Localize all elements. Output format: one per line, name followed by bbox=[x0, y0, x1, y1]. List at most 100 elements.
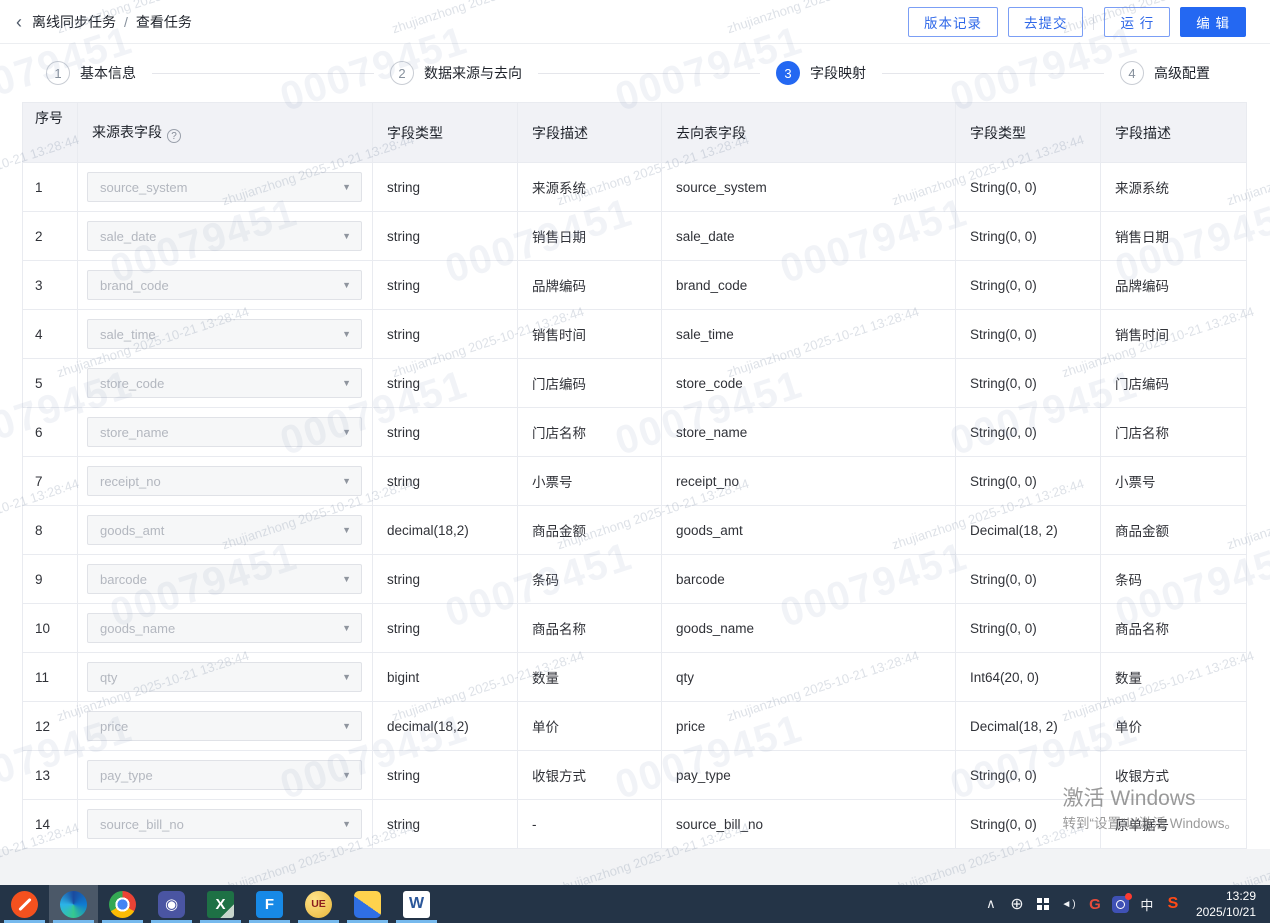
source-field-select[interactable]: sale_time▼ bbox=[87, 319, 362, 349]
taskbar-chat-app-icon[interactable]: ◉ bbox=[147, 885, 196, 923]
cell-seq: 4 bbox=[23, 310, 78, 359]
cell-source-desc: 门店名称 bbox=[518, 408, 662, 457]
sogou-tray-icon[interactable]: S bbox=[1162, 885, 1184, 923]
source-field-select[interactable]: goods_name▼ bbox=[87, 613, 362, 643]
source-field-value: qty bbox=[100, 670, 117, 685]
step-circle-4[interactable]: 4 bbox=[1120, 61, 1144, 85]
edit-button[interactable]: 编 辑 bbox=[1180, 7, 1246, 37]
cell-target-type: String(0, 0) bbox=[956, 555, 1101, 604]
source-field-select[interactable]: price▼ bbox=[87, 711, 362, 741]
tray-expand-icon[interactable]: ∧ bbox=[980, 885, 1002, 923]
source-field-select[interactable]: goods_amt▼ bbox=[87, 515, 362, 545]
source-field-value: price bbox=[100, 719, 128, 734]
cell-target-desc: 品牌编码 bbox=[1101, 261, 1247, 310]
source-field-value: sale_date bbox=[100, 229, 156, 244]
cell-source-type: decimal(18,2) bbox=[373, 506, 518, 555]
taskbar-ultraedit-icon[interactable]: UE bbox=[294, 885, 343, 923]
ime-language-indicator[interactable]: 中 bbox=[1136, 885, 1158, 923]
cell-source-type: string bbox=[373, 212, 518, 261]
network-globe-icon[interactable]: ⊕ bbox=[1006, 885, 1028, 923]
source-field-select[interactable]: qty ▼ bbox=[87, 662, 362, 692]
source-field-select[interactable]: store_name▼ bbox=[87, 417, 362, 447]
cell-target-field: sale_time bbox=[662, 310, 956, 359]
step-label: 基本信息 bbox=[80, 63, 136, 83]
source-field-select[interactable]: source_system▼ bbox=[87, 172, 362, 202]
cell-target-type: String(0, 0) bbox=[956, 408, 1101, 457]
screenshot-tray-app-icon[interactable] bbox=[1110, 885, 1132, 923]
help-icon[interactable]: ? bbox=[167, 129, 181, 143]
run-button[interactable]: 运 行 bbox=[1104, 7, 1170, 37]
source-field-select[interactable]: source_bill_no▼ bbox=[87, 809, 362, 839]
cell-target-desc: 小票号 bbox=[1101, 457, 1247, 506]
taskbar-apps: ◉XF UE W bbox=[0, 885, 441, 923]
cell-source-field: sale_date▼ bbox=[78, 212, 373, 261]
step-circle-2[interactable]: 2 bbox=[390, 61, 414, 85]
button-divider bbox=[1093, 14, 1094, 30]
step-connector-line bbox=[882, 73, 1104, 74]
cell-seq: 2 bbox=[23, 212, 78, 261]
cell-source-desc: - bbox=[518, 800, 662, 849]
chevron-down-icon: ▼ bbox=[342, 329, 351, 339]
step-circle-3[interactable]: 3 bbox=[776, 61, 800, 85]
chevron-down-icon: ▼ bbox=[342, 182, 351, 192]
chevron-down-icon: ▼ bbox=[342, 672, 351, 682]
version-history-button[interactable]: 版本记录 bbox=[908, 7, 998, 37]
cell-source-field: goods_amt▼ bbox=[78, 506, 373, 555]
column-header-source-field: 来源表字段? bbox=[78, 103, 373, 163]
system-tray: ∧ ⊕ ◄) G 中 S 13:29 2025/10/21 bbox=[980, 885, 1270, 923]
step-circle-1[interactable]: 1 bbox=[46, 61, 70, 85]
go-submit-button[interactable]: 去提交 bbox=[1008, 7, 1084, 37]
camera-icon bbox=[1112, 896, 1129, 913]
cell-source-desc: 收银方式 bbox=[518, 751, 662, 800]
taskbar-excel-icon[interactable]: X bbox=[196, 885, 245, 923]
cell-target-desc: 门店名称 bbox=[1101, 408, 1247, 457]
table-row: 2sale_date▼string销售日期sale_dateString(0, … bbox=[23, 212, 1247, 261]
taskbar-foxmail-icon[interactable] bbox=[343, 885, 392, 923]
blue-f-app-icon: F bbox=[256, 891, 283, 918]
cell-source-type: string bbox=[373, 457, 518, 506]
cell-target-desc: 销售时间 bbox=[1101, 310, 1247, 359]
g-tray-app-icon[interactable]: G bbox=[1084, 885, 1106, 923]
cell-source-field: price▼ bbox=[78, 702, 373, 751]
ultraedit-icon: UE bbox=[305, 891, 332, 918]
field-mapping-table-zone: 序号 来源表字段? 字段类型 字段描述 去向表字段 字段类型 字段描述 1sou… bbox=[0, 102, 1270, 888]
step-label: 数据来源与去向 bbox=[424, 63, 522, 83]
step-数据来源与去向: 2 数据来源与去向 bbox=[390, 61, 522, 85]
taskbar-clock[interactable]: 13:29 2025/10/21 bbox=[1188, 888, 1262, 920]
taskbar-edge-icon[interactable] bbox=[49, 885, 98, 923]
cell-target-type: String(0, 0) bbox=[956, 457, 1101, 506]
source-field-select[interactable]: brand_code▼ bbox=[87, 270, 362, 300]
breadcrumb: ‹ 离线同步任务 / 查看任务 bbox=[16, 12, 192, 32]
cell-source-type: string bbox=[373, 359, 518, 408]
step-label: 字段映射 bbox=[810, 63, 866, 83]
source-field-select[interactable]: sale_date▼ bbox=[87, 221, 362, 251]
source-field-select[interactable]: barcode▼ bbox=[87, 564, 362, 594]
volume-icon[interactable]: ◄) bbox=[1058, 885, 1080, 923]
source-field-select[interactable]: receipt_no▼ bbox=[87, 466, 362, 496]
breadcrumb-current: 查看任务 bbox=[136, 12, 192, 32]
back-icon[interactable]: ‹ bbox=[16, 13, 22, 31]
cell-seq: 11 bbox=[23, 653, 78, 702]
breadcrumb-root[interactable]: 离线同步任务 bbox=[32, 12, 116, 32]
cell-seq: 10 bbox=[23, 604, 78, 653]
edge-icon bbox=[60, 891, 87, 918]
taskbar-blue-f-app-icon[interactable]: F bbox=[245, 885, 294, 923]
column-header-seq: 序号 bbox=[23, 103, 78, 163]
cell-seq: 6 bbox=[23, 408, 78, 457]
cell-source-field: pay_type▼ bbox=[78, 751, 373, 800]
cell-seq: 9 bbox=[23, 555, 78, 604]
source-field-select[interactable]: store_code▼ bbox=[87, 368, 362, 398]
cell-target-type: String(0, 0) bbox=[956, 751, 1101, 800]
cell-target-field: goods_amt bbox=[662, 506, 956, 555]
source-field-select[interactable]: pay_type▼ bbox=[87, 760, 362, 790]
taskbar: ◉XF UE W ∧ ⊕ ◄) G 中 S 13:29 2025/10/21 bbox=[0, 885, 1270, 923]
cell-source-type: string bbox=[373, 751, 518, 800]
taskbar-word-icon[interactable]: W bbox=[392, 885, 441, 923]
taskbar-pen-app-icon[interactable] bbox=[0, 885, 49, 923]
table-row: 7receipt_no▼string小票号receipt_noString(0,… bbox=[23, 457, 1247, 506]
app-grid-icon[interactable] bbox=[1032, 885, 1054, 923]
step-wizard: 1基本信息2数据来源与去向3字段映射4高级配置 bbox=[0, 44, 1270, 102]
chevron-down-icon: ▼ bbox=[342, 525, 351, 535]
step-connector-line bbox=[538, 73, 760, 74]
taskbar-chrome-icon[interactable] bbox=[98, 885, 147, 923]
